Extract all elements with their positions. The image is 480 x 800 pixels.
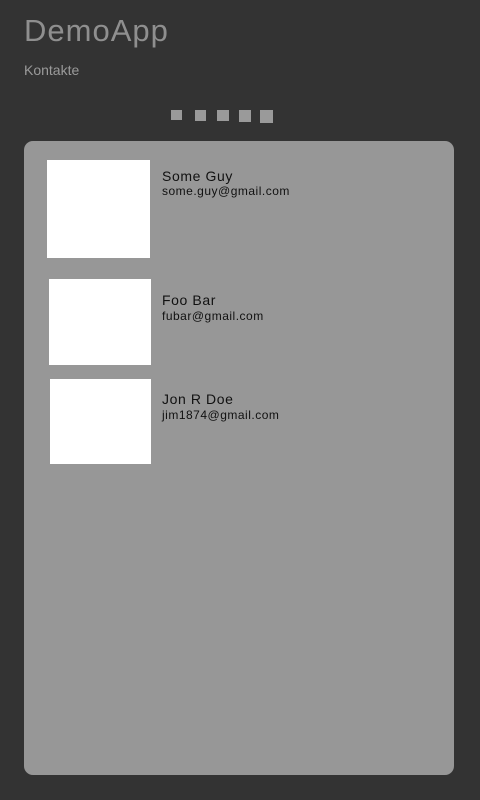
page-indicator	[0, 0, 480, 130]
contact-avatar	[50, 379, 151, 464]
contact-avatar	[49, 279, 151, 365]
page-indicator-dot-4[interactable]	[239, 110, 251, 122]
page-indicator-dot-5[interactable]	[260, 110, 273, 123]
contact-avatar	[47, 160, 150, 258]
contact-name: Some Guy	[162, 168, 233, 184]
contacts-panel: Some Guy some.guy@gmail.com Foo Bar fuba…	[24, 141, 454, 775]
page-indicator-dot-2[interactable]	[195, 110, 206, 121]
page-indicator-dot-3[interactable]	[217, 110, 229, 121]
contact-item[interactable]: Foo Bar fubar@gmail.com	[24, 266, 454, 372]
contact-email: some.guy@gmail.com	[162, 184, 290, 198]
contact-email: fubar@gmail.com	[162, 309, 264, 323]
contact-name: Foo Bar	[162, 292, 216, 308]
contact-item[interactable]: Some Guy some.guy@gmail.com	[24, 141, 454, 266]
contact-email: jim1874@gmail.com	[162, 408, 280, 422]
contact-name: Jon R Doe	[162, 391, 234, 407]
contact-item[interactable]: Jon R Doe jim1874@gmail.com	[24, 372, 454, 472]
page-indicator-dot-1[interactable]	[171, 110, 182, 120]
